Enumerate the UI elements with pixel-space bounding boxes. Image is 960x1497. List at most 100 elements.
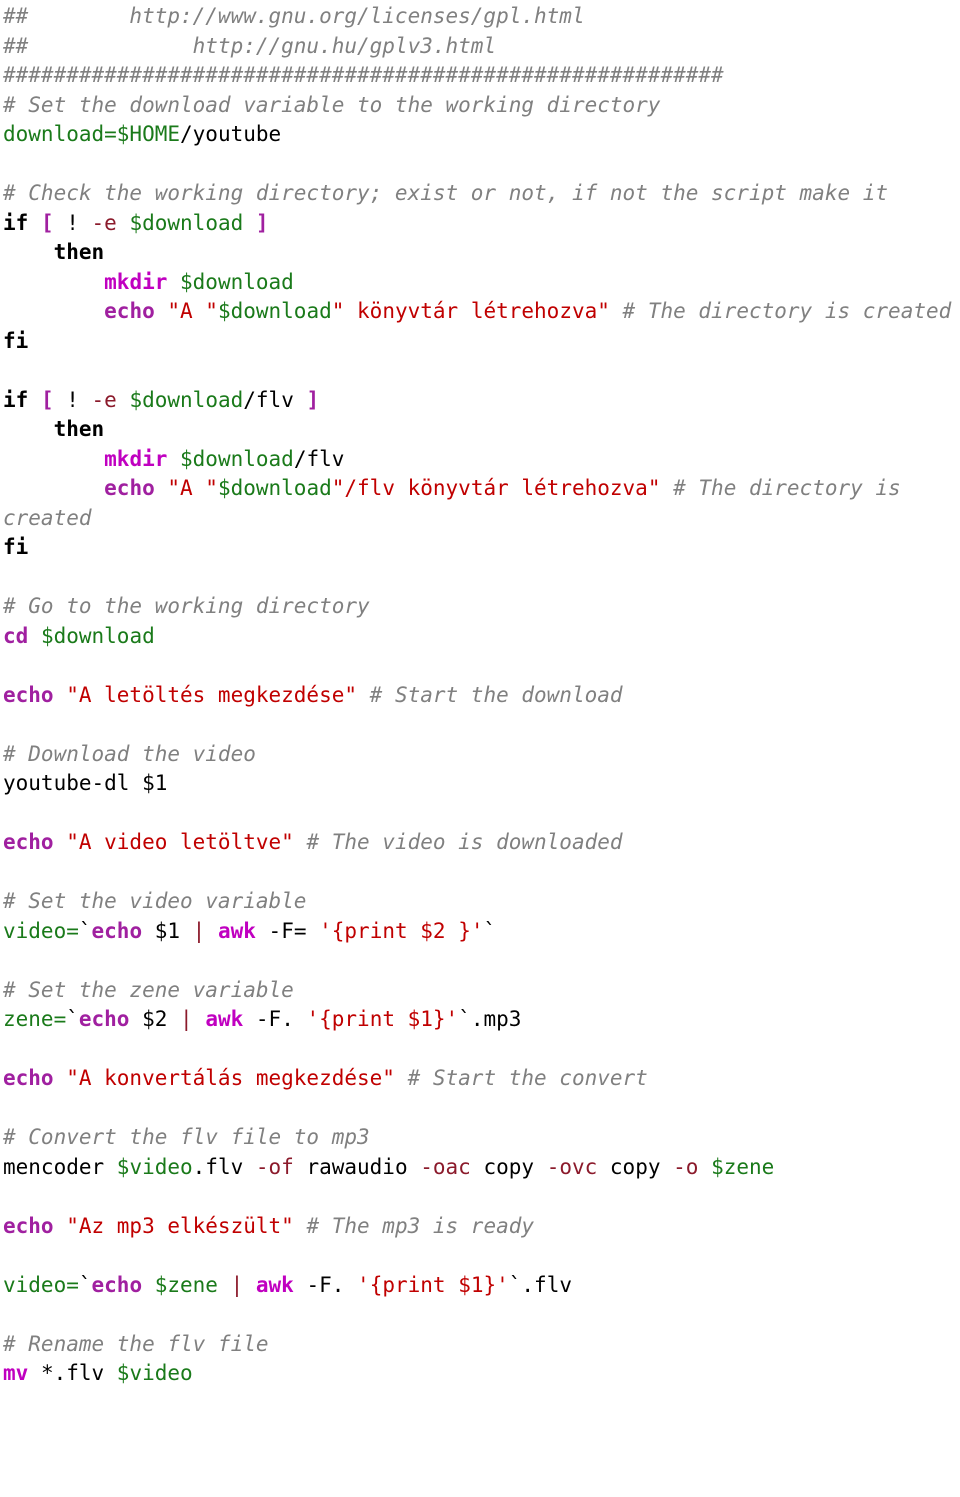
code-line: fi [3,533,960,563]
code-token-cmt: # Start the download [369,682,623,707]
code-line: youtube-dl $1 [3,769,960,799]
code-token-opt: -o [673,1154,712,1179]
code-token-plain: /youtube [180,122,282,146]
code-line: fi [3,327,960,357]
code-token-plain: -F= [268,918,320,943]
code-token-cmd: echo [3,682,67,707]
code-token-plain: rawaudio [306,1154,421,1179]
code-token-cmt: # Go to the working directory [3,594,370,618]
code-line: ## http://www.gnu.org/licenses/gpl.html [3,2,960,32]
code-token-plain: copy [609,1154,674,1179]
code-token-plain: ! [66,387,92,412]
code-token-cmt: # The directory is created [622,299,952,323]
code-token-cmd2: mkdir [104,269,181,294]
code-token-plain: *.flv [40,1361,117,1385]
code-token-cmd2: mv [3,1361,41,1385]
code-line: # Rename the flv file [3,1330,960,1360]
code-token-cmd: echo [91,918,155,943]
code-token-var: $download [180,269,294,294]
code-token-var: $download [217,476,332,500]
code-token-plain: ! [66,210,92,235]
code-line: # Download the video [3,740,960,770]
code-token-cmd: echo [3,830,67,854]
code-token-brk: ] [306,387,320,412]
code-token-str: "A " [167,476,218,500]
code-token-cmt: # Set the download variable to the worki… [3,92,661,117]
code-token-var: video= [3,918,79,943]
code-token-cmt: ## http://gnu.hu/gplv3.html [3,33,497,58]
code-line: then [3,238,960,268]
code-token-var: download=$HOME [3,122,181,146]
code-token-cmt: # Download the video [3,741,256,766]
code-token-var: $zene [711,1154,775,1179]
code-token-var: zene= [3,1007,67,1031]
code-line: mv *.flv $video [3,1359,960,1389]
code-token-plain: `.flv [508,1272,572,1297]
code-token-str: '{print $1}' [357,1272,509,1297]
code-token-cmt: # Rename the flv file [3,1331,269,1356]
code-line: ########################################… [3,61,960,91]
code-line: video=`echo $zene | awk -F. '{print $1}'… [3,1271,960,1301]
code-token-var: video= [3,1272,79,1297]
code-token-cmt: # The video is downloaded [306,830,623,854]
code-token-cmt: ## http://www.gnu.org/licenses/gpl.html [3,4,585,28]
code-line: mencoder $video.flv -of rawaudio -oac co… [3,1153,960,1183]
code-token-plain: ` [78,1272,92,1297]
code-token-opt: -of [255,1154,307,1179]
code-token-plain: /flv [293,446,345,471]
code-token-pipe: | [180,1007,206,1031]
code-token-kw: fi [3,328,29,353]
code-token-plain: $1 [154,918,193,943]
code-token-str: '{print $1}' [306,1007,459,1031]
code-token-cmd: cd [3,623,41,648]
code-line: video=`echo $1 | awk -F= '{print $2 }'` [3,917,960,947]
code-token-cmt: # Check the working directory; exist or … [3,181,889,205]
code-token-brk: [ [40,387,67,412]
code-token-str: '{print $2 }' [319,918,484,943]
code-token-var: $video [116,1361,193,1385]
code-token-plain: /flv [243,387,307,412]
code-line: zene=`echo $2 | awk -F. '{print $1}'`.mp… [3,1005,960,1035]
code-token-plain: `.mp3 [458,1007,522,1031]
code-token-cmd: echo [78,1007,143,1031]
code-token-cmd2: mkdir [104,446,181,471]
code-token-pipe: | [230,1272,256,1297]
code-token-plain: $2 [142,1007,181,1031]
code-token-cmd: echo [3,1066,67,1090]
code-token-var: $zene [154,1272,231,1297]
code-line: if [ ! -e $download/flv ] [3,386,960,416]
code-line: if [ ! -e $download ] [3,209,960,239]
code-token-cmt: # Convert the flv file to mp3 [3,1125,370,1149]
code-token-kw: fi [3,535,29,559]
code-token-cmd2: awk [205,1007,256,1031]
code-line: echo "A konvertálás megkezdése" # Start … [3,1064,960,1094]
code-line: echo "A video letöltve" # The video is d… [3,828,960,858]
code-token-pipe: | [192,918,218,943]
code-token-var: $download [217,299,332,323]
code-token-cmd: echo [104,299,168,323]
code-line: download=$HOME/youtube [3,120,960,150]
code-line: ## http://gnu.hu/gplv3.html [3,32,960,62]
code-line: mkdir $download/flv [3,445,960,475]
code-token-brk: ] [255,210,269,235]
code-token-plain: .flv [192,1154,256,1179]
code-token-var: $download [40,623,155,648]
code-line: echo "A letöltés megkezdése" # Start the… [3,681,960,711]
code-token-var: $download [129,210,256,235]
code-line: echo "Az mp3 elkészült" # The mp3 is rea… [3,1212,960,1242]
code-token-str: "/flv könyvtár létrehozva" [331,476,674,500]
code-token-plain: copy [483,1154,547,1179]
